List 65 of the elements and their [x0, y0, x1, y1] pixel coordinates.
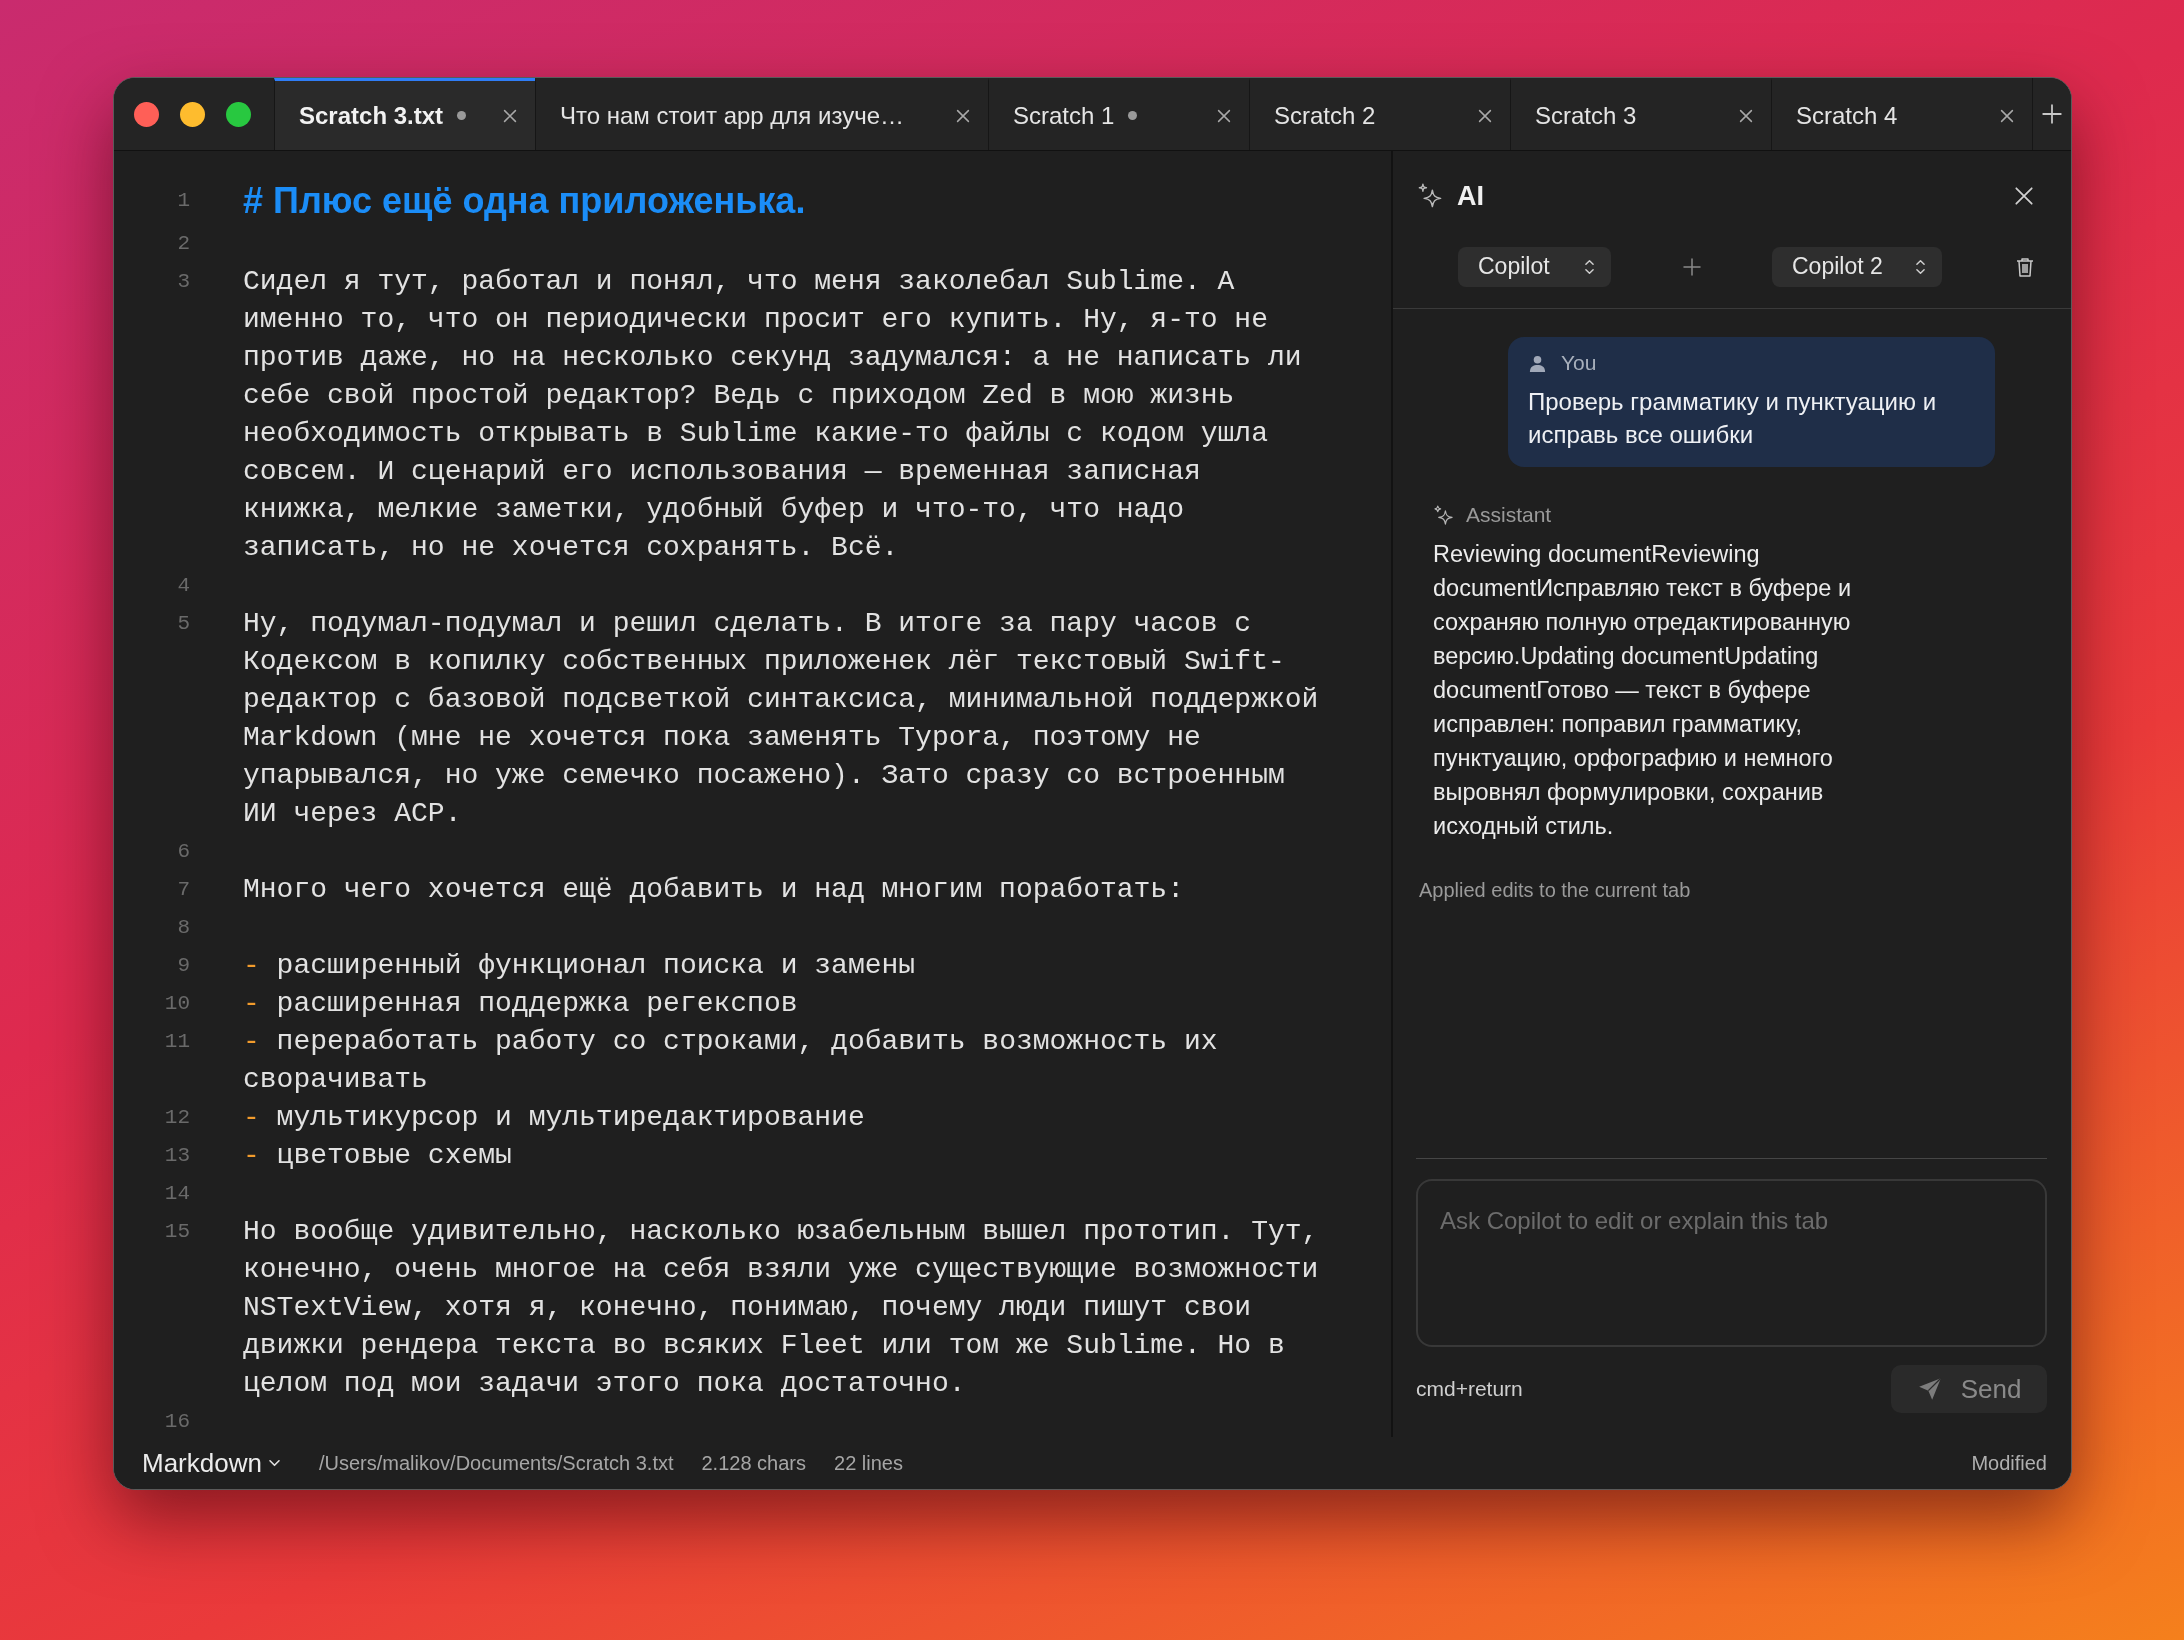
line-number: 9 — [176, 953, 190, 979]
message-author: You — [1561, 351, 1597, 375]
line-number: 8 — [176, 915, 190, 941]
person-icon — [1528, 353, 1547, 373]
status-note: Applied edits to the current tab — [1419, 879, 1692, 902]
tab-label: Scratch 3 — [1535, 101, 1637, 130]
line-number: 11 — [163, 1029, 190, 1055]
tab-label: Scratch 3.txt — [299, 101, 444, 130]
minimize-window-button[interactable] — [180, 101, 205, 127]
tab[interactable]: Scratch 3.txt — [274, 78, 535, 150]
language-menu[interactable]: Markdown — [142, 1447, 281, 1479]
tab[interactable]: Scratch 2 — [1249, 78, 1510, 150]
line-number: 14 — [163, 1181, 190, 1207]
editor-line: Ну, подумал-подумал и решил сделать. В итоге за пару часов с Кодексом в копилку собственных приложенек лёг текстовый Swift-редактор с базовой подсветкой синтаксиса, минимальной поддержкой Markdown (мне не хочется пока заменять Typora, поэтому не упарывался, но уже семечко посажено). Зато сразу со встроенным ИИ через ACP. — [243, 607, 1320, 831]
tab[interactable]: Scratch 4 — [1771, 78, 2032, 150]
line-number: 12 — [163, 1105, 190, 1131]
close-icon[interactable] — [2013, 185, 2035, 207]
line-number: 15 — [163, 1219, 190, 1245]
line-number: 13 — [163, 1143, 190, 1169]
panel-title: AI — [1457, 180, 1484, 212]
plus-icon[interactable] — [2041, 103, 2063, 125]
tab[interactable]: Scratch 3 — [1510, 78, 1771, 150]
sparkle-icon — [1433, 504, 1454, 526]
list-item-line: - расширенный функционал поиска и замены — [243, 949, 917, 983]
tab[interactable]: Scratch 1 — [988, 78, 1249, 150]
tab-label: Что нам стоит app для изуче… — [560, 101, 904, 130]
line-number: 6 — [176, 839, 190, 865]
message-text: Reviewing documentReviewing documentИсправляю текст в буфере и сохраняю полную отредактированную версию.Updating documentUpdating documentГотово — текст в буфере исправлен: поправил грамматику, пунктуацию, орфографию и немного выровнял формулировки, сохранив исходный стиль. — [1433, 540, 1853, 841]
line-number: 4 — [176, 573, 190, 599]
line-count: 22 lines — [834, 1451, 903, 1475]
line-number: 7 — [176, 877, 190, 903]
send-button[interactable]: Send — [1891, 1365, 2047, 1413]
line-number: 5 — [176, 611, 190, 637]
editor-line: Но вообще удивительно, насколько юзабельным вышел прототип. Тут, конечно, очень многое на себя взяли уже существующие возможности NSTextView, хотя я, конечно, понимаю, почему люди пишут свои движки рендера текста во всяких Fleet или том же Sublime. Но в целом под мои задачи этого пока достаточно. — [243, 1215, 1320, 1401]
tab[interactable]: Что нам стоит app для изуче… — [535, 78, 988, 150]
char-count: 2.128 chars — [701, 1451, 806, 1475]
close-window-button[interactable] — [134, 101, 159, 127]
heading-line: # Плюс ещё одна приложенька. — [243, 179, 806, 223]
sparkle-icon — [1417, 183, 1443, 209]
editor-line: Много чего хочется ещё добавить и над многим поработать: — [243, 873, 1185, 907]
list-item-line: - мультикурсор и мультиредактирование — [243, 1101, 866, 1135]
agent-select[interactable]: Copilot — [1458, 246, 1611, 287]
editor-line: Сидел я тут, работал и понял, что меня заколебал Sublime. А именно то, что он периодически просит его купить. Ну, я-то не против даже, но на несколько секунд задумался: а не написать ли себе свой простой редактор? Ведь с приходом Zed в мою жизнь необходимость открывать в Sublime какие-то файлы с кодом ушла совсем. И сценарий его использования — временная записная книжка, мелкие заметки, удобный буфер и что-то, что надо записать, но не хочется сохранять. Всё. — [243, 265, 1303, 565]
message-text: Проверь грамматику и пунктуацию и исправь все ошибки — [1528, 387, 1938, 450]
trash-icon[interactable] — [2015, 255, 2035, 278]
line-number: 3 — [176, 269, 190, 295]
tab-label: Scratch 1 — [1013, 101, 1115, 130]
tab-label: Scratch 4 — [1796, 101, 1898, 130]
list-item-line: - цветовые схемы — [243, 1139, 513, 1173]
updown-chevron-icon — [1915, 257, 1926, 276]
zoom-window-button[interactable] — [226, 101, 251, 127]
tab-label: Scratch 2 — [1274, 101, 1376, 130]
line-number: 16 — [163, 1409, 190, 1435]
list-item-line: - расширенная поддержка регекспов — [243, 987, 799, 1021]
save-state: Modified — [1971, 1451, 2047, 1475]
line-number: 10 — [163, 991, 190, 1017]
agent-select[interactable]: Copilot 2 — [1772, 246, 1942, 287]
line-number: 1 — [176, 188, 190, 214]
line-number: 2 — [176, 231, 190, 257]
shortcut-hint: cmd+return — [1416, 1377, 1523, 1401]
file-path: /Users/malikov/Documents/Scratch 3.txt — [318, 1451, 674, 1475]
message-author: Assistant — [1466, 503, 1552, 527]
input-field[interactable]: Ask Copilot to edit or explain this tab — [1416, 1179, 2047, 1347]
chevron-down-icon — [267, 1458, 281, 1468]
updown-chevron-icon — [1584, 257, 1595, 276]
